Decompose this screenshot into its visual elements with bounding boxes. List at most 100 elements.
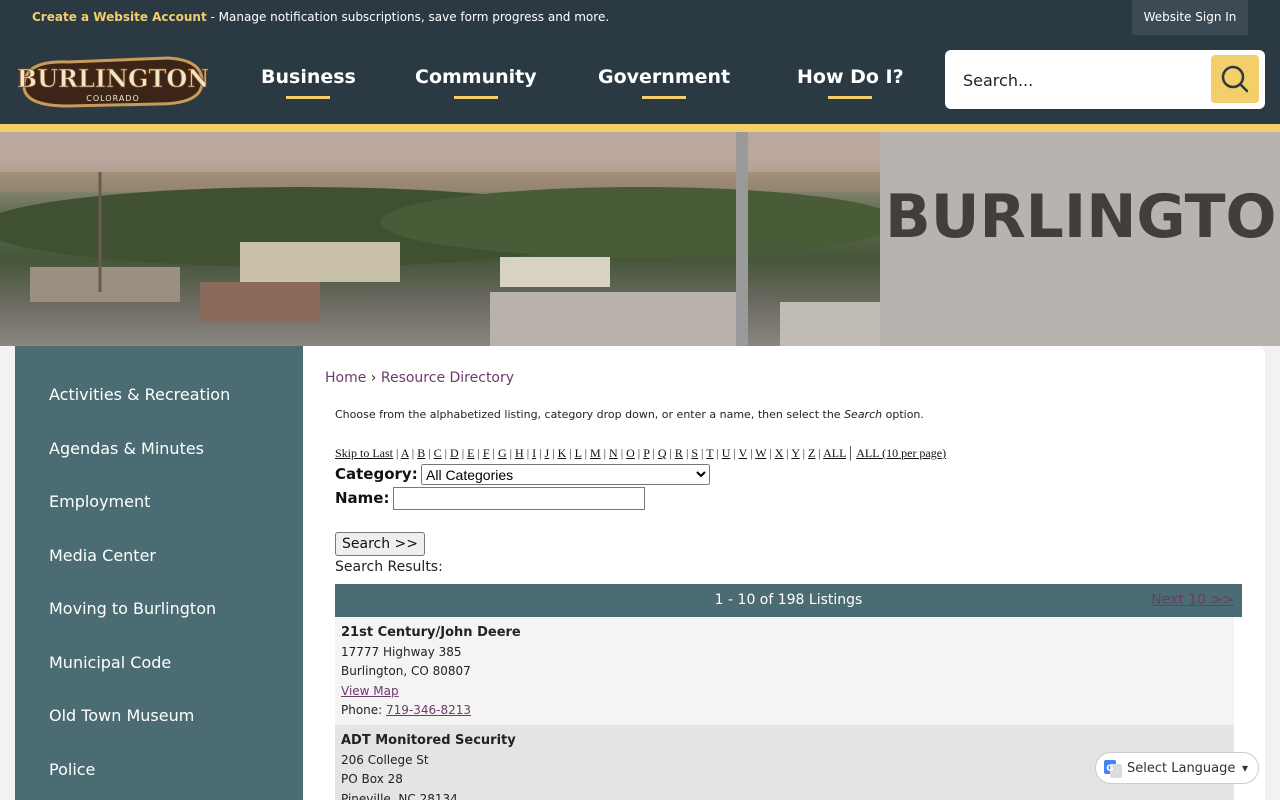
sign-in-button[interactable]: Website Sign In: [1132, 0, 1248, 35]
alphabet-separator: |: [713, 446, 722, 460]
skip-to-last-link[interactable]: Skip to Last: [335, 446, 393, 460]
alphabet-letter-all[interactable]: ALL: [823, 446, 846, 460]
sidebar-item-agendas[interactable]: Agendas & Minutes: [49, 439, 204, 458]
alphabet-letter-w[interactable]: W: [755, 446, 766, 460]
alphabet-letter-q[interactable]: Q: [658, 446, 667, 460]
name-input[interactable]: [393, 487, 645, 510]
hero-image: BURLINGTON: [0, 132, 1280, 346]
alphabet-letters: | A | B | C | D | E | F | G | H | I | J …: [396, 446, 846, 460]
alphabet-letter-a[interactable]: A: [401, 446, 409, 460]
alphabet-letter-h[interactable]: H: [515, 446, 524, 460]
create-account-link[interactable]: Create a Website Account: [32, 10, 207, 24]
listing-title: ADT Monitored Security: [341, 733, 516, 748]
alphabet-letter-y[interactable]: Y: [791, 446, 799, 460]
results-count: 1 - 10 of 198 Listings: [714, 592, 863, 608]
alphabet-separator: |: [536, 446, 545, 460]
alphabet-separator: |: [566, 446, 575, 460]
logo-state: COLORADO: [86, 94, 140, 103]
alphabet-separator: |: [523, 446, 533, 460]
nav-community[interactable]: Community: [415, 66, 537, 99]
search-input[interactable]: [963, 68, 1203, 92]
main-content: Home › Resource Directory Choose from th…: [303, 346, 1265, 800]
directory-instructions: Choose from the alphabetized listing, ca…: [335, 408, 924, 421]
list-item: 21st Century/John Deere 17777 Highway 38…: [335, 617, 1234, 725]
alphabet-separator: |: [649, 446, 658, 460]
breadcrumb-home[interactable]: Home: [325, 370, 366, 386]
google-translate-icon: G: [1104, 760, 1122, 778]
language-selector[interactable]: G Select Language ▾: [1095, 752, 1259, 784]
sidebar-item-municipal-code[interactable]: Municipal Code: [49, 653, 171, 672]
sidebar-item-moving[interactable]: Moving to Burlington: [49, 599, 216, 618]
alphabet-separator: |: [730, 446, 739, 460]
alphabet-separator: |: [766, 446, 775, 460]
top-utility-bar: Create a Website Account - Manage notifi…: [0, 0, 1280, 36]
account-message-text: - Manage notification subscriptions, sav…: [206, 10, 610, 24]
alphabet-separator: |: [489, 446, 498, 460]
language-selector-label: Select Language: [1127, 761, 1236, 776]
alphabet-letter-f[interactable]: F: [483, 446, 490, 460]
alphabet-letter-d[interactable]: D: [450, 446, 459, 460]
sidebar-item-media-center[interactable]: Media Center: [49, 546, 156, 565]
alphabet-letter-m[interactable]: M: [590, 446, 601, 460]
breadcrumb-separator: ›: [370, 370, 377, 386]
alphabet-separator: |: [549, 446, 558, 460]
next-page-link[interactable]: Next 10 >>: [1151, 592, 1234, 608]
alphabet-letter-r[interactable]: R: [675, 446, 683, 460]
results-header-bar: 1 - 10 of 198 Listings Next 10 >>: [335, 584, 1242, 617]
alphabet-letter-b[interactable]: B: [417, 446, 425, 460]
category-select[interactable]: All Categories: [421, 464, 710, 485]
instructions-text-end: option.: [882, 408, 924, 421]
nav-underline: [828, 96, 873, 99]
alphabet-letter-k[interactable]: K: [558, 446, 567, 460]
alphabet-letter-v[interactable]: V: [739, 446, 747, 460]
alphabet-letter-c[interactable]: C: [434, 446, 442, 460]
search-icon: [1221, 65, 1249, 93]
instructions-text: Choose from the alphabetized listing, ca…: [335, 408, 845, 421]
alphabet-separator: |: [666, 446, 675, 460]
breadcrumb-current[interactable]: Resource Directory: [381, 370, 514, 386]
alphabet-separator: |: [698, 446, 707, 460]
listing-address-line: 17777 Highway 385: [341, 644, 462, 659]
town-skyline-image: BURLINGTON: [0, 132, 1280, 346]
nav-government[interactable]: Government: [598, 66, 730, 99]
account-message: Create a Website Account - Manage notifi…: [32, 10, 609, 24]
nav-underline: [642, 96, 687, 99]
alphabet-separator: |: [441, 446, 451, 460]
all-paged-link[interactable]: ALL (10 per page): [856, 446, 946, 460]
logo-name: BURLINGTON: [18, 64, 208, 93]
sidebar-item-museum[interactable]: Old Town Museum: [49, 706, 194, 725]
alphabet-separator: |: [634, 446, 644, 460]
search-results-label: Search Results:: [335, 559, 443, 575]
site-header: BURLINGTON COLORADO Business Community G…: [0, 36, 1280, 124]
nav-business[interactable]: Business: [261, 66, 356, 99]
nav-underline: [453, 96, 498, 99]
sidebar-item-police[interactable]: Police: [49, 760, 95, 779]
alphabet-letter-o[interactable]: O: [626, 446, 635, 460]
sidebar-item-employment[interactable]: Employment: [49, 492, 150, 511]
nav-community-label: Community: [415, 66, 537, 88]
alphabet-letter-n[interactable]: N: [609, 446, 618, 460]
sidebar-item-activities[interactable]: Activities & Recreation: [49, 385, 230, 404]
search-button[interactable]: [1211, 55, 1259, 103]
alphabet-separator: |: [474, 446, 483, 460]
directory-search-button[interactable]: Search >>: [335, 532, 425, 556]
nav-underline: [286, 96, 331, 99]
alphabet-letter-l[interactable]: L: [575, 446, 582, 460]
chevron-down-icon: ▾: [1241, 761, 1248, 775]
alphabet-separator: |: [458, 446, 468, 460]
burlington-logo[interactable]: BURLINGTON COLORADO: [18, 50, 208, 110]
alphabet-separator: |: [600, 446, 610, 460]
alphabet-separator: |: [799, 446, 809, 460]
view-map-link[interactable]: View Map: [341, 684, 399, 698]
alphabet-separator: |: [425, 446, 434, 460]
alphabet-letter-g[interactable]: G: [498, 446, 507, 460]
alphabet-index: Skip to Last | A | B | C | D | E | F | G…: [335, 444, 946, 462]
alphabet-separator: |: [408, 446, 418, 460]
nav-how-do-i-label: How Do I?: [797, 66, 904, 88]
site-search: [945, 50, 1265, 109]
alphabet-separator: |: [815, 446, 824, 460]
instructions-emphasis: Search: [844, 408, 883, 421]
nav-how-do-i[interactable]: How Do I?: [797, 66, 904, 99]
nav-government-label: Government: [598, 66, 731, 88]
phone-link[interactable]: 719-346-8213: [386, 703, 471, 717]
